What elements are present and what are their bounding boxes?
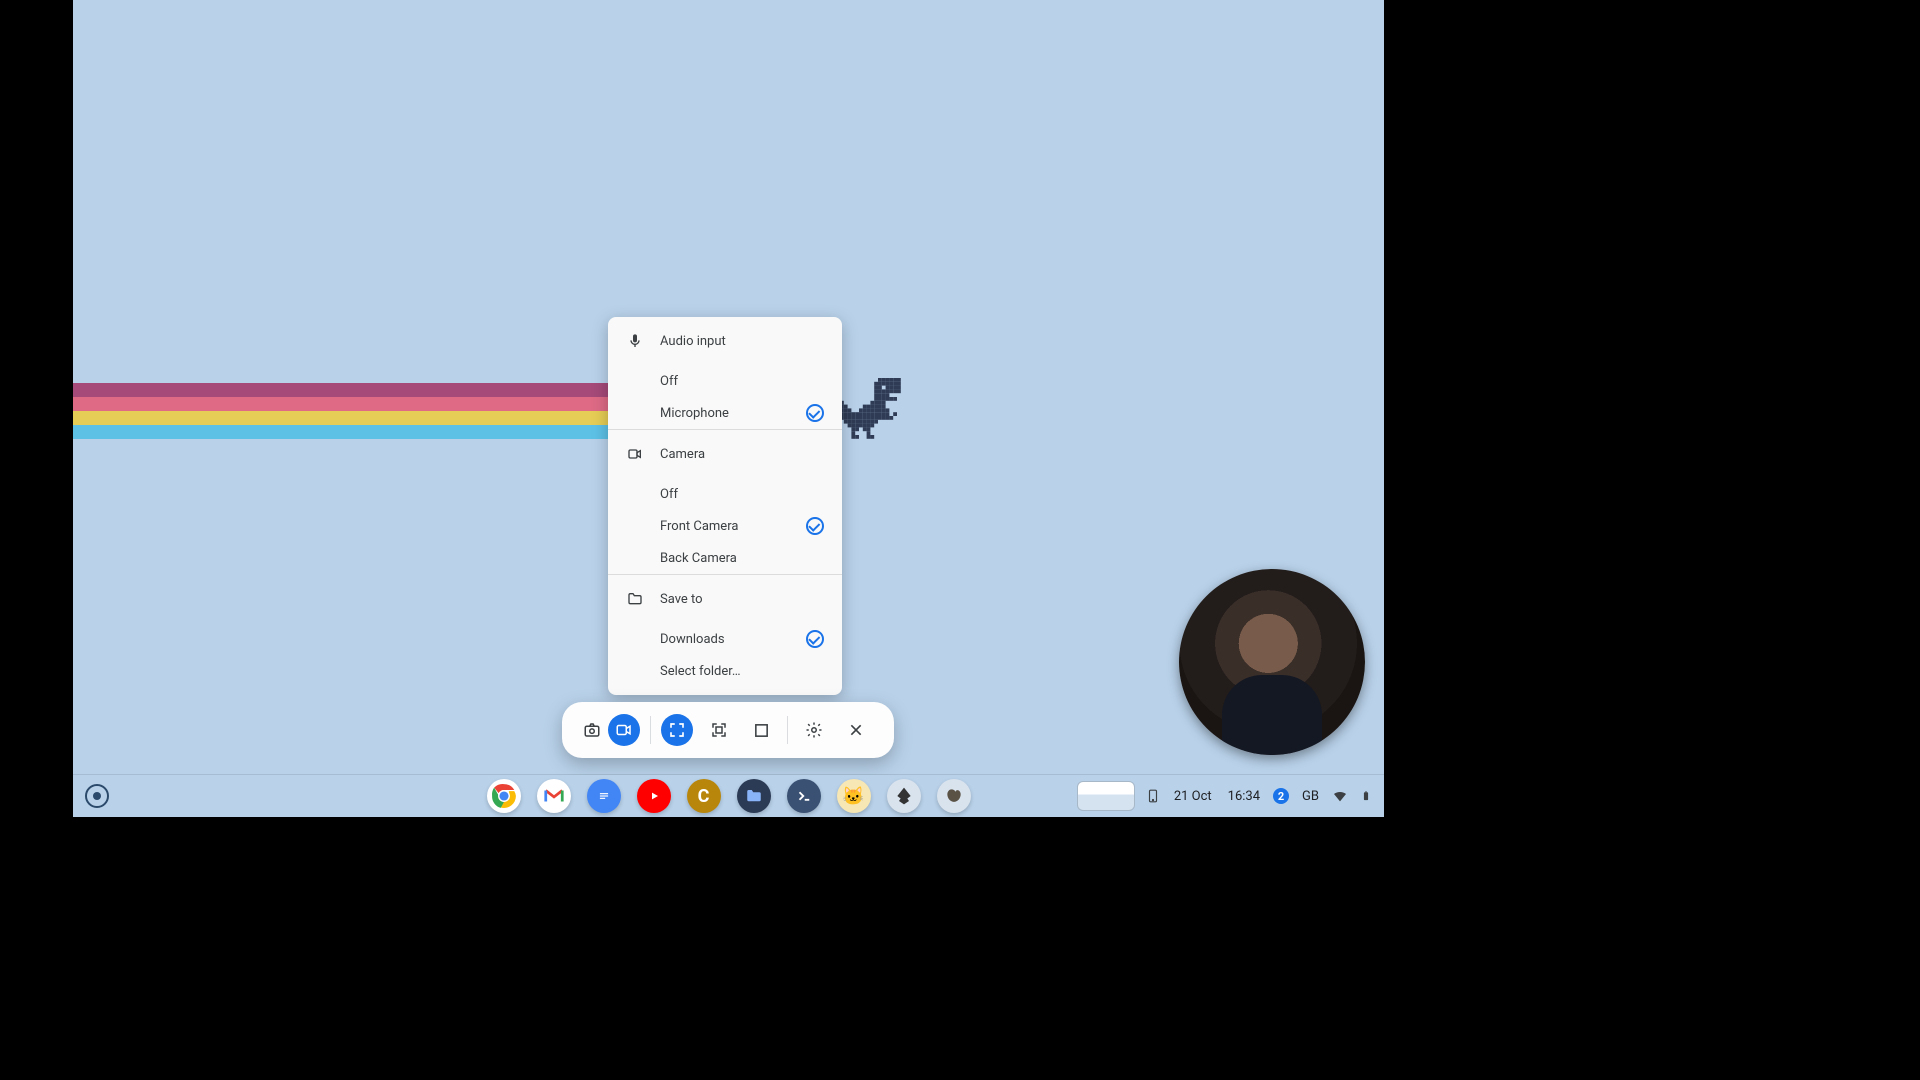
webcam-preview[interactable] (1179, 569, 1365, 755)
back-camera-option[interactable]: Back Camera (608, 542, 842, 574)
camera-off-option[interactable]: Off (608, 478, 842, 510)
capture-settings-button[interactable] (798, 714, 830, 746)
camera-label: Camera (660, 447, 705, 462)
camera-section: Camera Off Front Camera Back Camera (608, 430, 842, 575)
terminal-app-icon[interactable] (787, 779, 821, 813)
wallpaper-stripe (73, 383, 609, 397)
save-to-label: Save to (660, 592, 703, 607)
chrome-app-icon[interactable] (487, 779, 521, 813)
separator (650, 716, 651, 744)
keyboard-layout[interactable]: GB (1299, 787, 1322, 806)
camera-header: Camera (608, 430, 842, 478)
mic-icon (626, 332, 644, 350)
gimp-app-icon[interactable] (937, 779, 971, 813)
save-to-section: Save to Downloads Select folder… (608, 575, 842, 687)
tray-date[interactable]: 21 Oct (1171, 787, 1215, 806)
option-label: Microphone (660, 406, 729, 421)
shelf-apps: C 🐱 (487, 779, 971, 813)
capture-fullscreen-button[interactable] (661, 714, 693, 746)
wallpaper-stripe (73, 411, 609, 425)
option-label: Front Camera (660, 519, 738, 534)
capture-toolbar (562, 702, 894, 758)
desktop: Audio input Off Microphone (73, 0, 1384, 817)
folder-icon (626, 590, 644, 608)
capture-region-button[interactable] (703, 714, 735, 746)
files-app-icon[interactable] (737, 779, 771, 813)
separator (787, 716, 788, 744)
capture-settings-menu: Audio input Off Microphone (608, 317, 842, 695)
audio-input-section: Audio input Off Microphone (608, 317, 842, 430)
phone-hub-icon[interactable] (1145, 788, 1161, 804)
wallpaper-stripe (73, 425, 609, 439)
tray-time[interactable]: 16:34 (1225, 787, 1263, 806)
option-label: Downloads (660, 632, 725, 647)
launcher-button[interactable] (85, 784, 109, 808)
audio-off-option[interactable]: Off (608, 365, 842, 397)
save-downloads-option[interactable]: Downloads (608, 623, 842, 655)
audio-input-header: Audio input (608, 317, 842, 365)
notification-badge[interactable]: 2 (1273, 788, 1289, 804)
audio-microphone-option[interactable]: Microphone (608, 397, 842, 429)
front-camera-option[interactable]: Front Camera (608, 510, 842, 542)
docs-app-icon[interactable] (587, 779, 621, 813)
shelf: C 🐱 (73, 775, 1384, 817)
c-app-icon[interactable]: C (687, 779, 721, 813)
camera-icon (626, 445, 644, 463)
youtube-app-icon[interactable] (637, 779, 671, 813)
app-icon[interactable]: 🐱 (837, 779, 871, 813)
gmail-app-icon[interactable] (537, 779, 571, 813)
audio-input-label: Audio input (660, 334, 726, 349)
select-folder-option[interactable]: Select folder… (608, 655, 842, 687)
option-label: Off (660, 374, 678, 389)
option-label: Back Camera (660, 551, 737, 566)
screenshot-mode-button[interactable] (576, 714, 608, 746)
capture-close-button[interactable] (840, 714, 872, 746)
holding-space-chip[interactable] (1077, 781, 1135, 811)
option-label: Off (660, 487, 678, 502)
wallpaper-stripe (73, 397, 609, 411)
selected-check-icon (806, 630, 824, 648)
battery-icon[interactable] (1358, 788, 1374, 804)
capture-window-button[interactable] (745, 714, 777, 746)
wifi-icon[interactable] (1332, 788, 1348, 804)
inkscape-app-icon[interactable] (887, 779, 921, 813)
save-to-header: Save to (608, 575, 842, 623)
option-label: Select folder… (660, 664, 741, 679)
selected-check-icon (806, 517, 824, 535)
screencast-mode-button[interactable] (608, 714, 640, 746)
selected-check-icon (806, 404, 824, 422)
system-tray: 21 Oct 16:34 2 GB (1077, 781, 1374, 811)
